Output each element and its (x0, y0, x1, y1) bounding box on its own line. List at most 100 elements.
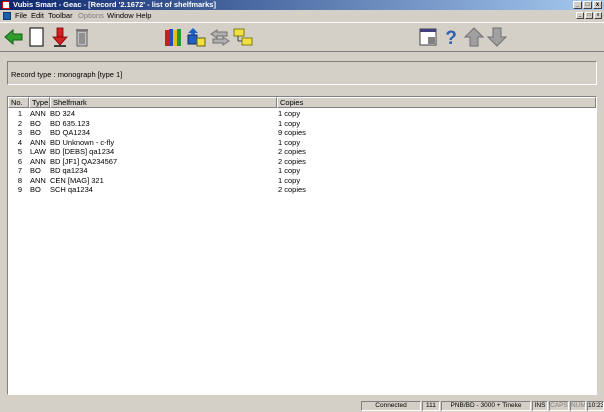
display-window-button[interactable] (417, 26, 439, 48)
table-row[interactable]: 4 ANN BD Unknown - c-fly 1 copy (8, 138, 596, 147)
folders-icon (233, 28, 253, 46)
table-row[interactable]: 5 LAW BD [DEBS] qa1234 2 copies (8, 147, 596, 156)
row-shelfmark: BD Unknown - c-fly (50, 137, 115, 147)
row-copies: 1 copy (278, 137, 301, 147)
location-status: PNB/BD - 3000 + Tineke (441, 401, 531, 411)
delete-button[interactable] (71, 26, 93, 48)
move-items-icon (187, 28, 206, 47)
toolbar: ? (0, 22, 604, 52)
record-type-label: Record type : monograph [type 1] (11, 70, 123, 79)
table-row[interactable]: 2 BO BD 635.123 1 copy (8, 119, 596, 128)
row-copies: 2 copies (278, 156, 306, 166)
row-number: 2 (17, 118, 22, 128)
table-row[interactable]: 6 ANN BD [JF1] QA234567 2 copies (8, 157, 596, 166)
title-bar: Vubis Smart - Geac - [Record '2.1672' - … (0, 0, 604, 10)
document-window-icon[interactable] (3, 12, 11, 20)
new-record-button[interactable] (26, 26, 48, 48)
row-shelfmark: BD qa1234 (50, 166, 88, 175)
session-number: 111 (422, 401, 440, 411)
row-type: ANN (30, 109, 46, 118)
row-copies: 2 copies (278, 185, 306, 194)
back-button[interactable] (3, 26, 25, 48)
row-number: 3 (17, 128, 22, 137)
menu-file[interactable]: File (15, 11, 27, 21)
row-copies: 1 copy (278, 166, 301, 175)
display-window-icon (419, 28, 437, 46)
column-header-copies[interactable]: Copies (277, 97, 596, 108)
row-type: BO (30, 118, 41, 128)
books-icon (165, 29, 181, 46)
status-bar: Connected 111 PNB/BD - 3000 + Tineke INS… (0, 400, 604, 412)
transfer-icon (210, 29, 230, 46)
row-copies: 1 copy (278, 175, 301, 185)
row-type: BO (30, 128, 41, 137)
menu-options[interactable]: Options (78, 11, 104, 21)
row-shelfmark: BD 635.123 (50, 118, 90, 128)
row-number: 1 (17, 109, 22, 118)
column-header-type[interactable]: Type (29, 97, 50, 108)
row-shelfmark: BD [JF1] QA234567 (50, 156, 118, 166)
window-title: Vubis Smart - Geac - [Record '2.1672' - … (13, 0, 216, 9)
delete-icon (76, 29, 88, 47)
row-type: BO (30, 185, 41, 194)
row-type: ANN (30, 175, 46, 185)
row-number: 7 (17, 166, 22, 175)
row-type: ANN (30, 137, 46, 147)
table-row[interactable]: 9 BO SCH qa1234 2 copies (8, 185, 596, 194)
new-record-icon (29, 27, 44, 47)
move-items-button[interactable] (186, 26, 208, 48)
column-header-no[interactable]: No. (8, 97, 29, 108)
menu-toolbar[interactable]: Toolbar (48, 11, 73, 21)
table-row[interactable]: 7 BO BD qa1234 1 copy (8, 166, 596, 175)
row-number: 6 (17, 156, 22, 166)
column-header-shelfmark[interactable]: Shelfmark (50, 97, 277, 108)
shelfmark-list[interactable]: No. Type Shelfmark Copies 1 ANN BD 324 1… (7, 96, 597, 395)
download-icon (52, 27, 68, 47)
folders-button[interactable] (232, 26, 254, 48)
back-arrow-icon (4, 28, 23, 46)
move-up-button[interactable] (463, 26, 485, 48)
row-copies: 1 copy (278, 118, 301, 128)
doc-close-button[interactable]: x (594, 12, 602, 19)
clock: 10:23 (587, 401, 604, 411)
caps-indicator: CAPS (549, 401, 569, 411)
help-button[interactable]: ? (440, 26, 462, 48)
row-shelfmark: BD [DEBS] qa1234 (50, 147, 115, 156)
row-shelfmark: CEN [MAG] 321 (50, 175, 104, 185)
down-arrow-icon (486, 27, 508, 47)
ins-indicator: INS (532, 401, 548, 411)
row-type: ANN (30, 156, 46, 166)
table-row[interactable]: 8 ANN CEN [MAG] 321 1 copy (8, 176, 596, 185)
menu-edit[interactable]: Edit (31, 11, 44, 21)
row-shelfmark: BD QA1234 (50, 128, 91, 137)
doc-restore-button[interactable]: □ (585, 12, 593, 19)
up-arrow-icon (463, 27, 485, 47)
download-button[interactable] (49, 26, 71, 48)
row-number: 4 (17, 137, 22, 147)
row-number: 9 (17, 185, 22, 194)
row-copies: 9 copies (278, 128, 306, 137)
menu-bar: File Edit Toolbar Options Window Help _ … (0, 10, 604, 22)
row-type: LAW (30, 147, 46, 156)
row-copies: 2 copies (278, 147, 306, 156)
close-button[interactable]: x (593, 1, 602, 9)
menu-window[interactable]: Window (107, 11, 134, 21)
maximize-button[interactable]: □ (583, 1, 592, 9)
transfer-button[interactable] (209, 26, 231, 48)
row-number: 5 (17, 147, 22, 156)
svg-text:?: ? (445, 28, 457, 48)
row-type: BO (30, 166, 41, 175)
move-down-button[interactable] (486, 26, 508, 48)
row-copies: 1 copy (278, 109, 301, 118)
help-icon: ? (445, 28, 457, 48)
books-button[interactable] (163, 26, 185, 48)
doc-minimize-button[interactable]: _ (576, 12, 584, 19)
app-icon (2, 1, 10, 9)
row-shelfmark: BD 324 (50, 109, 76, 118)
minimize-button[interactable]: _ (573, 1, 582, 9)
table-row[interactable]: 1 ANN BD 324 1 copy (8, 109, 596, 118)
row-number: 8 (17, 175, 22, 185)
menu-help[interactable]: Help (136, 11, 151, 21)
table-row[interactable]: 3 BO BD QA1234 9 copies (8, 128, 596, 137)
connection-status: Connected (361, 401, 421, 411)
